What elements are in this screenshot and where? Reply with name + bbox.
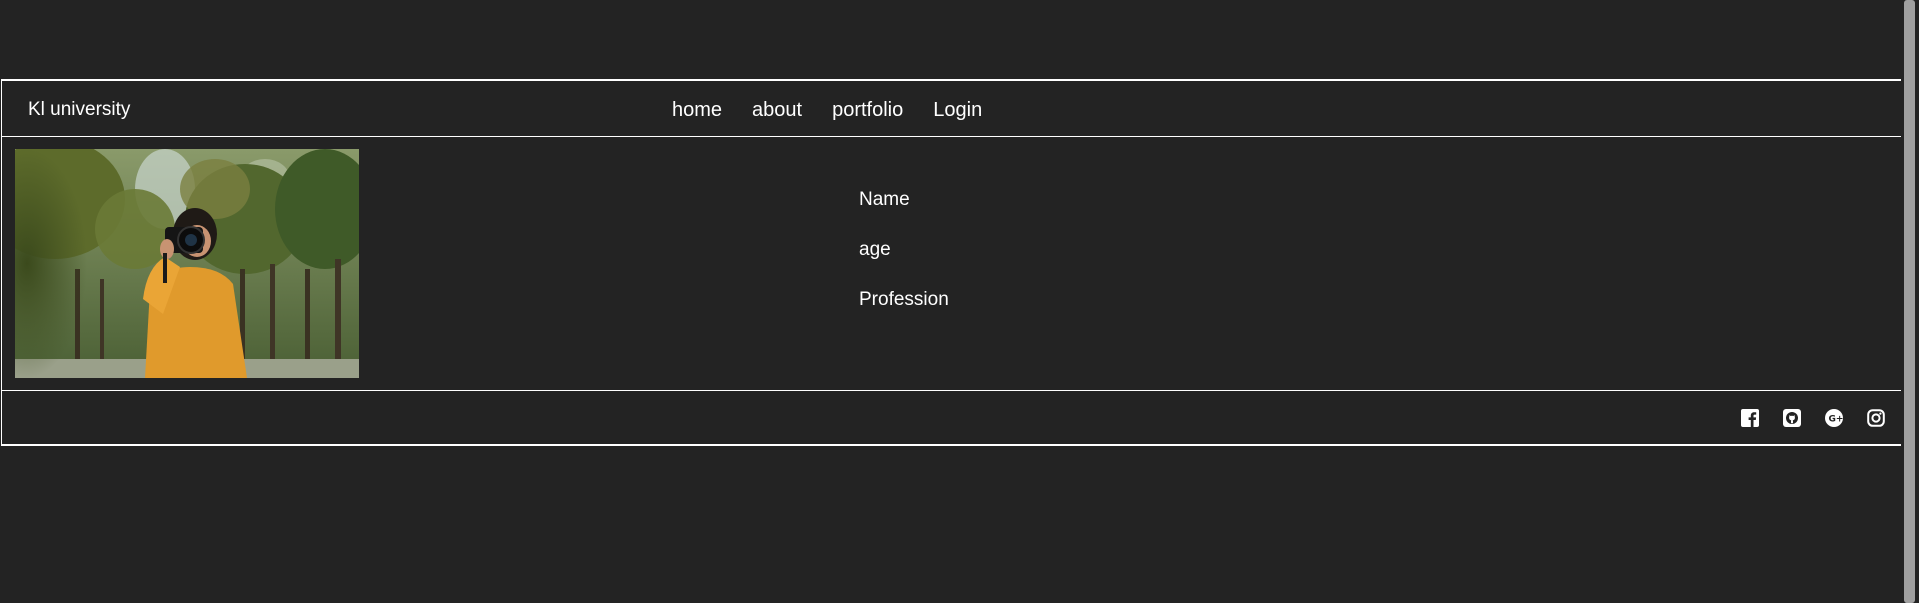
- top-navbar: Kl university home about portfolio Login: [2, 81, 1901, 137]
- nav-link-login[interactable]: Login: [933, 99, 982, 122]
- svg-text:G+: G+: [1829, 415, 1844, 425]
- social-links: G+: [1741, 409, 1885, 427]
- google-plus-icon[interactable]: G+: [1825, 409, 1843, 427]
- field-profession: Profession: [859, 289, 949, 310]
- facebook-icon[interactable]: [1741, 409, 1759, 427]
- profile-info: Name age Profession: [859, 175, 949, 325]
- vertical-scrollbar[interactable]: [1902, 0, 1919, 603]
- footer: G+: [2, 391, 1901, 446]
- scrollbar-thumb[interactable]: [1904, 0, 1915, 603]
- nav-link-portfolio[interactable]: portfolio: [832, 99, 903, 122]
- profile-section: Name age Profession: [2, 137, 1901, 391]
- github-icon[interactable]: [1783, 409, 1801, 427]
- instagram-icon[interactable]: [1867, 409, 1885, 427]
- profile-photo: [15, 149, 359, 378]
- page: Kl university home about portfolio Login: [0, 0, 1919, 603]
- nav-link-home[interactable]: home: [672, 99, 722, 122]
- brand-name[interactable]: Kl university: [28, 99, 130, 121]
- main-nav: home about portfolio Login: [672, 99, 982, 122]
- profile-card: Kl university home about portfolio Login: [1, 79, 1901, 446]
- nav-link-about[interactable]: about: [752, 99, 802, 122]
- field-age: age: [859, 239, 891, 260]
- field-name: Name: [859, 189, 910, 210]
